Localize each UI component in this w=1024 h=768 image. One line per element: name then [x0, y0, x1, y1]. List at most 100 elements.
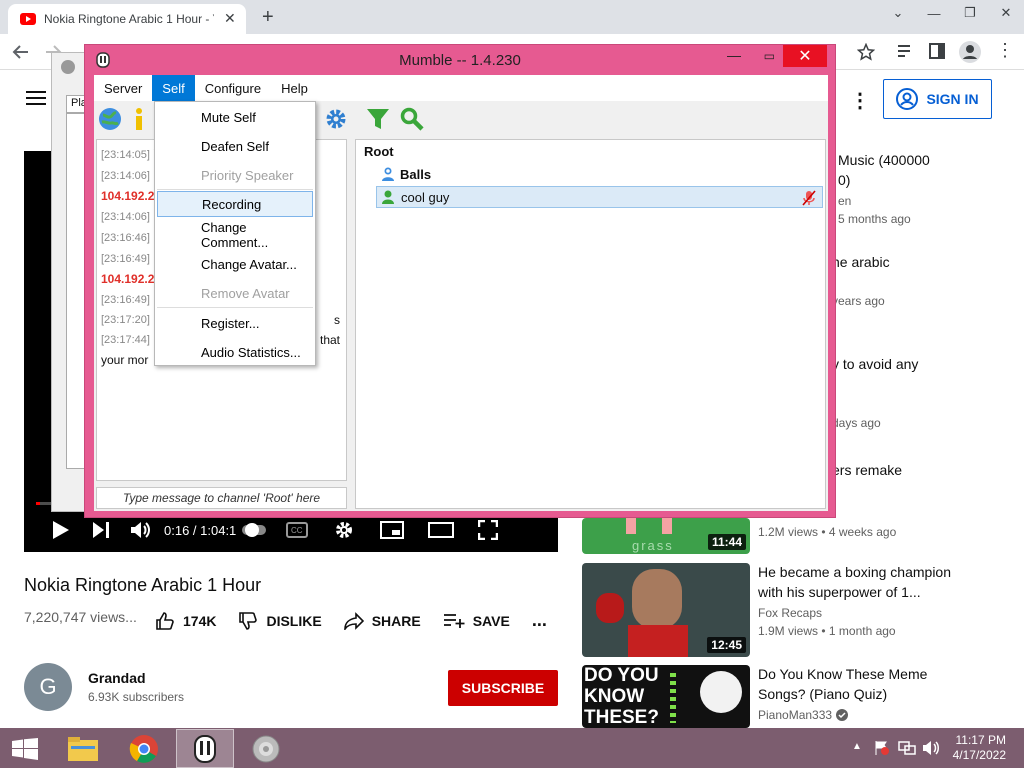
menu-item-mute-self[interactable]: Mute Self [155, 104, 315, 130]
browser-window-controls: ⌄ — ❐ ✕ [880, 0, 1024, 26]
captions-icon[interactable]: CC [286, 522, 309, 538]
next-icon[interactable] [92, 521, 110, 539]
thumbnail-face [632, 569, 682, 629]
recommendation-channel: Fox Recaps [758, 606, 823, 620]
view-count[interactable]: 7,220,747 views... [24, 609, 137, 625]
recommendation-item[interactable]: Do You Know These Meme Songs? (Piano Qui… [758, 664, 968, 722]
recommendation-title-line2: 0) [838, 172, 851, 188]
mumble-menu-bar: Server Self Configure Help [94, 75, 828, 101]
configure-gear-icon[interactable] [324, 107, 348, 131]
sign-in-button[interactable]: SIGN IN [883, 79, 992, 119]
browser-tab[interactable]: Nokia Ringtone Arabic 1 Hour - Y [8, 4, 246, 34]
browser-menu-icon[interactable]: ⋮ [996, 40, 1014, 61]
video-duration: 11:44 [707, 534, 746, 550]
info-icon[interactable] [132, 107, 146, 131]
recommendation-item[interactable]: ne arabic years ago [832, 252, 1002, 308]
fullscreen-icon[interactable] [478, 520, 499, 540]
menu-item-register[interactable]: Register... [155, 310, 315, 336]
new-tab-button[interactable]: + [262, 6, 274, 29]
recommendation-title: ers remake [832, 462, 903, 478]
profile-icon[interactable] [959, 41, 981, 63]
thumbnail-bars [670, 673, 676, 723]
taskbar-clock[interactable]: 11:17 PM 4/17/2022 [953, 733, 1006, 763]
channel-users-icon [382, 167, 394, 181]
network-icon[interactable] [898, 740, 916, 756]
restore-icon[interactable]: ❐ [952, 0, 988, 26]
menu-item-recording[interactable]: Recording [157, 191, 313, 217]
thumbnail-shirt [628, 625, 688, 657]
recommendation-title-line2: with his superpower of 1... [758, 584, 921, 600]
menu-help[interactable]: Help [271, 75, 318, 101]
bookmark-star-icon[interactable] [857, 43, 875, 61]
mumble-icon [194, 734, 216, 763]
minimize-icon[interactable]: — [916, 0, 952, 26]
mumble-maximize-icon[interactable]: ▭ [764, 49, 775, 63]
recommendation-thumbnail[interactable]: grass 11:44 [582, 518, 750, 554]
tray-overflow-icon[interactable]: ▲ [852, 741, 862, 752]
connect-globe-icon[interactable] [98, 107, 122, 131]
save-button[interactable]: SAVE [443, 613, 510, 629]
chat-message-input[interactable]: Type message to channel 'Root' here [96, 487, 347, 509]
tab-search-icon[interactable]: ⌄ [880, 0, 916, 26]
share-button[interactable]: SHARE [343, 611, 421, 630]
reading-list-icon[interactable] [897, 44, 915, 60]
taskbar-speaker-app[interactable] [237, 729, 295, 768]
menu-server[interactable]: Server [94, 75, 152, 101]
mumble-title-bar[interactable]: Mumble -- 1.4.230 [85, 45, 835, 75]
taskbar-mumble[interactable] [176, 729, 234, 768]
svg-text:CC: CC [291, 526, 303, 535]
back-arrow-icon[interactable] [12, 43, 30, 61]
side-panel-icon[interactable] [929, 43, 945, 59]
channel-item[interactable]: Balls [380, 166, 431, 182]
subscribe-button[interactable]: SUBSCRIBE [448, 670, 558, 706]
menu-self[interactable]: Self [152, 75, 195, 101]
taskbar-file-explorer[interactable] [54, 729, 112, 768]
volume-icon[interactable] [130, 521, 152, 539]
thumbnail-text: grass [632, 538, 674, 553]
taskbar-chrome[interactable] [115, 729, 173, 768]
search-icon[interactable] [400, 107, 424, 131]
close-window-icon[interactable]: ✕ [988, 0, 1024, 26]
speaker-app-icon [252, 735, 280, 762]
mumble-close-button[interactable]: ✕ [783, 45, 827, 67]
close-tab-icon[interactable]: ✕ [224, 10, 236, 27]
more-options-icon[interactable]: ⋮ [850, 88, 870, 113]
channel-avatar[interactable]: G [24, 663, 72, 711]
filter-icon[interactable] [366, 107, 390, 131]
menu-configure[interactable]: Configure [195, 75, 271, 101]
more-actions-button[interactable]: ... [532, 610, 547, 631]
hamburger-menu-icon[interactable] [26, 90, 46, 106]
recommendation-meta: 5 months ago [838, 212, 911, 226]
channel-tree[interactable]: Root Balls cool guy [355, 139, 826, 509]
mumble-app-icon [96, 52, 110, 68]
dislike-button[interactable]: DISLIKE [238, 611, 322, 631]
root-channel[interactable]: Root [364, 144, 394, 159]
user-item[interactable]: cool guy [376, 186, 823, 208]
menu-item-deafen-self[interactable]: Deafen Self [155, 133, 315, 159]
video-progress-fill [36, 502, 40, 505]
menu-item-change-comment[interactable]: Change Comment... [155, 220, 315, 250]
settings-gear-icon[interactable] [334, 520, 354, 540]
like-button[interactable]: 174K [155, 611, 216, 631]
play-icon[interactable] [52, 520, 70, 540]
action-center-flag-icon[interactable] [874, 740, 890, 756]
recommendation-item[interactable]: He became a boxing champion with his sup… [758, 562, 968, 638]
recommendation-thumbnail[interactable]: DO YOU KNOW THESE? [582, 665, 750, 728]
menu-item-change-avatar[interactable]: Change Avatar... [155, 251, 315, 277]
recommendation-thumbnail[interactable]: 12:45 [582, 563, 750, 657]
recommendation-item[interactable]: ers remake [832, 460, 1002, 480]
autoplay-toggle-icon[interactable] [242, 522, 267, 538]
volume-tray-icon[interactable] [922, 740, 940, 756]
channel-name[interactable]: Grandad [88, 670, 146, 686]
account-icon [896, 88, 919, 110]
theater-mode-icon[interactable] [428, 522, 455, 538]
start-button[interactable] [0, 729, 50, 768]
sign-in-label: SIGN IN [926, 91, 979, 107]
recommendation-item[interactable]: y to avoid any days ago [832, 354, 1002, 430]
miniplayer-icon[interactable] [380, 521, 405, 539]
video-title: Nokia Ringtone Arabic 1 Hour [24, 575, 262, 595]
menu-item-audio-statistics[interactable]: Audio Statistics... [155, 339, 315, 365]
recommendation-item[interactable]: Music (400000 0) en 5 months ago [838, 150, 1008, 226]
recommendation-channel: PianoMan333 [758, 708, 833, 722]
mumble-minimize-icon[interactable]: — [727, 47, 741, 63]
